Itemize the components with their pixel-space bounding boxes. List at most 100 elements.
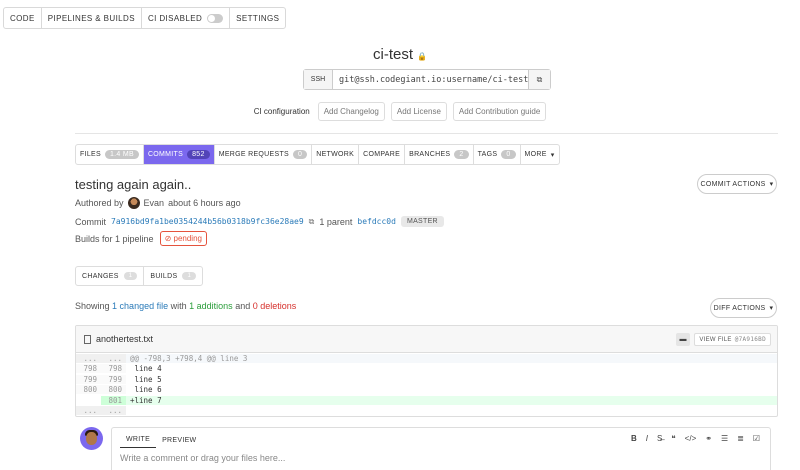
with-label: with <box>170 301 187 311</box>
copy-url-icon[interactable]: ⧉ <box>528 70 550 89</box>
new-line-number[interactable]: ... <box>101 406 126 416</box>
diff-line: 798 798 line 4 <box>76 364 777 375</box>
commit-sha[interactable]: 7a916bd9fa1be0354244b56b0318b9fc36e28ae9 <box>111 217 304 226</box>
bold-icon[interactable]: B <box>631 434 637 443</box>
tab-compare[interactable]: COMPARE <box>359 145 406 164</box>
diff-code: line 6 <box>130 385 162 395</box>
tab-count: 852 <box>187 150 210 159</box>
commit-title: testing again again.. <box>75 177 192 192</box>
diff-code: @@ -798,3 +798,4 @@ line 3 <box>126 353 777 363</box>
diff-actions-button[interactable]: DIFF ACTIONS ▾ <box>710 298 777 318</box>
tab-count: 0 <box>501 150 516 159</box>
nav-ci-label: CI DISABLED <box>147 13 203 23</box>
strikethrough-icon[interactable]: S̶ <box>657 434 662 443</box>
nav-pipelines-builds[interactable]: PIPELINES & BUILDS <box>42 8 142 28</box>
nav-settings[interactable]: SETTINGS <box>230 8 285 28</box>
tab-label: MERGE REQUESTS <box>218 151 290 158</box>
parent-sha-link[interactable]: befdcc0d <box>357 217 396 226</box>
old-line-number[interactable]: ... <box>76 406 101 416</box>
task-list-icon[interactable]: ☑ <box>753 434 760 443</box>
commit-actions-button[interactable]: COMMIT ACTIONS ▾ <box>697 174 777 194</box>
tab-network[interactable]: NETWORK <box>312 145 360 164</box>
clone-protocol-dropdown[interactable]: SSH <box>304 70 333 89</box>
link-icon[interactable]: ⚭ <box>705 434 712 443</box>
author-name[interactable]: Evan <box>144 198 165 208</box>
file-diff: anothertest.txt ▬ VIEW FILE @7A916BD ...… <box>75 325 778 417</box>
caret-down-icon: ▾ <box>550 151 555 159</box>
tab-changes[interactable]: CHANGES 1 <box>76 267 145 285</box>
tab-merge-requests[interactable]: MERGE REQUESTS 0 <box>215 145 313 164</box>
status-badge[interactable]: ⊘ pending <box>159 231 207 246</box>
view-file-button[interactable]: VIEW FILE @7A916BD <box>694 333 771 346</box>
numbered-list-icon[interactable]: ≣ <box>737 434 744 443</box>
diff-line: 799 799 line 5 <box>76 374 777 385</box>
code-icon[interactable]: </> <box>685 434 697 443</box>
builds-text: Builds for 1 pipeline <box>75 233 154 244</box>
tab-builds[interactable]: BUILDS 1 <box>144 267 202 285</box>
tab-count: 2 <box>454 150 469 159</box>
changed-files-link[interactable]: 1 changed file <box>112 301 168 311</box>
tab-label: NETWORK <box>316 151 355 158</box>
tab-preview[interactable]: PREVIEW <box>156 437 202 448</box>
avatar-face <box>86 432 97 445</box>
clone-url-input[interactable]: git@ssh.codegiant.io:username/ci-test.g <box>333 70 528 89</box>
old-line-number[interactable]: 799 <box>76 374 101 384</box>
repo-top-nav: CODE PIPELINES & BUILDS CI DISABLED SETT… <box>3 7 287 29</box>
new-line-number[interactable]: 799 <box>101 374 126 384</box>
comment-icon[interactable]: ▬ <box>676 333 690 346</box>
diff-summary: Showing 1 changed file with 1 additions … <box>75 301 296 311</box>
italic-icon[interactable]: I <box>646 434 648 443</box>
comment-area: WRITE PREVIEW B I S̶ ❝ </> ⚭ ☰ ≣ ☑ Write… <box>80 427 800 470</box>
diff-code: +line 7 <box>126 395 777 405</box>
new-line-number[interactable]: 800 <box>101 385 126 395</box>
avatar[interactable] <box>80 427 103 450</box>
nav-code[interactable]: CODE <box>4 8 42 28</box>
tab-write[interactable]: WRITE <box>120 436 157 448</box>
repo-name: ci-test <box>373 46 414 63</box>
caret-down-icon: ▾ <box>769 305 774 312</box>
author-line: Authored by Evan about 6 hours ago <box>75 197 241 209</box>
new-line-number[interactable]: 798 <box>101 364 126 374</box>
tab-label: BRANCHES <box>409 151 451 158</box>
nav-ci-toggle[interactable]: CI DISABLED <box>142 8 231 28</box>
copy-sha-icon[interactable]: ⧉ <box>309 217 315 227</box>
setup-links: CI configuration Add Changelog Add Licen… <box>0 102 800 121</box>
add-license-button[interactable]: Add License <box>390 102 447 121</box>
add-contribution-guide-button[interactable]: Add Contribution guide <box>452 102 547 121</box>
builds-line: Builds for 1 pipeline ⊘ pending <box>75 231 207 246</box>
commit-sha-line: Commit 7a916bd9fa1be0354244b56b0318b9fc3… <box>75 216 444 227</box>
old-line-number[interactable]: 800 <box>76 385 101 395</box>
ci-configuration-link[interactable]: CI configuration <box>254 107 310 116</box>
parent-label: 1 parent <box>319 216 353 227</box>
quote-icon[interactable]: ❝ <box>671 434 675 443</box>
repo-tabs: FILES 1.4 MB COMMITS 852 MERGE REQUESTS … <box>75 144 560 165</box>
comment-input[interactable]: Write a comment or drag your files here.… <box>120 453 285 463</box>
diff-code: line 5 <box>130 374 162 384</box>
tab-more[interactable]: MORE ▾ <box>521 145 559 164</box>
file-header: anothertest.txt ▬ VIEW FILE @7A916BD <box>76 326 777 353</box>
new-line-number[interactable]: ... <box>101 353 126 363</box>
tab-branches[interactable]: BRANCHES 2 <box>405 145 474 164</box>
old-line-number[interactable]: 798 <box>76 364 101 374</box>
tab-tags[interactable]: TAGS 0 <box>474 145 521 164</box>
author-avatar[interactable] <box>127 197 140 209</box>
ci-toggle-switch[interactable] <box>207 13 224 23</box>
diff-actions-label: DIFF ACTIONS <box>713 304 766 312</box>
new-line-number[interactable]: 801 <box>101 395 126 405</box>
add-changelog-button[interactable]: Add Changelog <box>317 102 385 121</box>
commit-label: Commit <box>75 216 106 227</box>
repo-title: ci-test 🔒 <box>0 46 800 63</box>
bullet-list-icon[interactable]: ☰ <box>721 434 728 443</box>
tab-commits[interactable]: COMMITS 852 <box>143 145 215 164</box>
tab-files[interactable]: FILES 1.4 MB <box>76 145 144 164</box>
commit-time: about 6 hours ago <box>168 198 241 208</box>
authored-by-label: Authored by <box>75 198 124 208</box>
old-line-number[interactable]: ... <box>76 353 101 363</box>
commit-actions-label: COMMIT ACTIONS <box>700 180 766 188</box>
branch-badge[interactable]: MASTER <box>400 216 444 227</box>
file-name[interactable]: anothertest.txt <box>96 334 153 344</box>
diff-line: ... ... <box>76 406 777 417</box>
view-file-label: VIEW FILE <box>699 336 732 343</box>
tab-label: MORE <box>524 151 547 158</box>
diff-line-added: 801 +line 7 <box>76 395 777 406</box>
